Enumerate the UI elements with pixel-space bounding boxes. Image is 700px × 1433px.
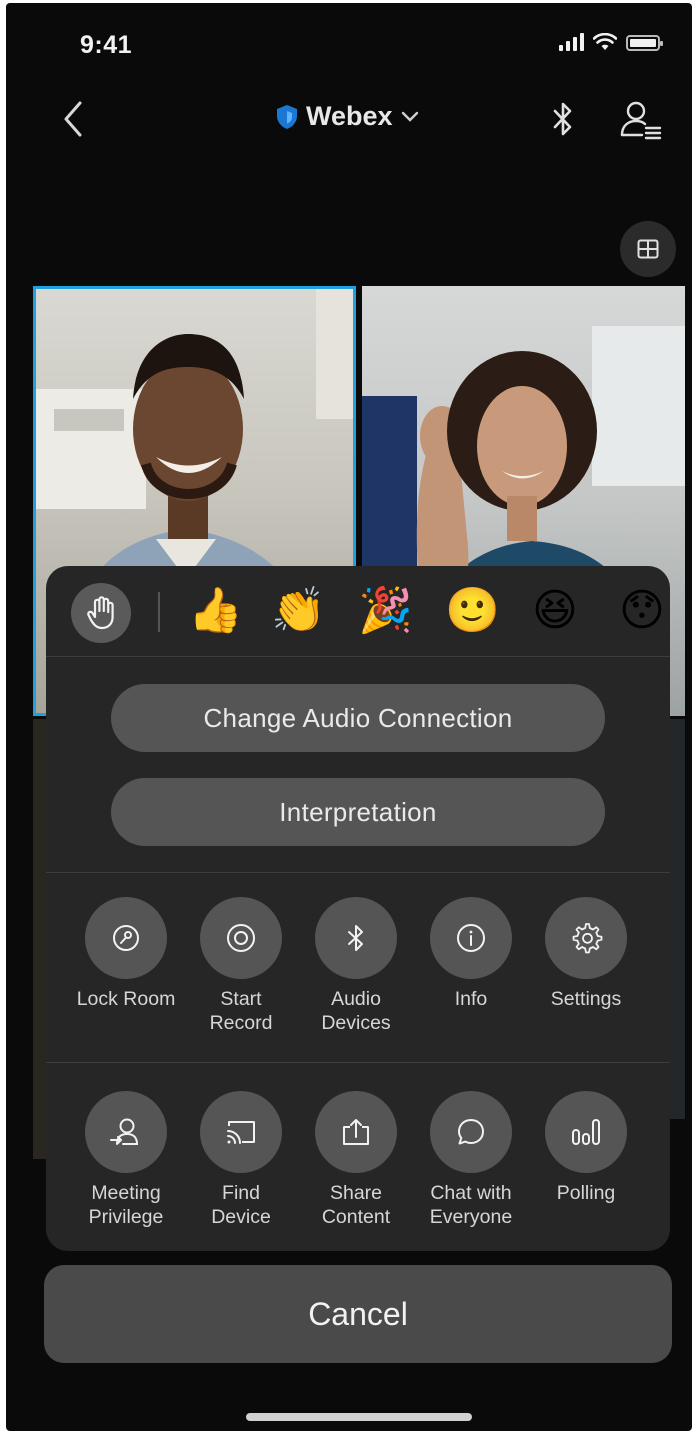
privilege-icon — [110, 1118, 139, 1145]
start-record-circle — [200, 897, 282, 979]
layout-toggle-button[interactable] — [620, 221, 676, 277]
record-icon — [227, 924, 255, 952]
audio-devices-label: Audio Devices — [321, 988, 391, 1034]
polling-label: Polling — [556, 1182, 616, 1204]
status-time: 9:41 — [80, 31, 133, 59]
audio-devices-circle — [315, 897, 397, 979]
meeting-privilege-button[interactable]: Meeting Privilege — [66, 1091, 186, 1229]
meeting-privilege-label: Meeting Privilege — [88, 1182, 164, 1228]
reactions-bar: 👍 👏 🎉 🙂 😆 😯 — [46, 566, 670, 656]
divider — [46, 1062, 670, 1063]
polling-icon — [572, 1119, 600, 1145]
info-circle — [430, 897, 512, 979]
reactions-divider — [158, 592, 160, 632]
find-device-label: Find Device — [211, 1182, 271, 1228]
bluetooth-icon[interactable] — [550, 99, 576, 139]
chevron-down-icon — [401, 111, 418, 122]
lock-room-button[interactable]: Lock Room — [66, 897, 186, 1011]
settings-button[interactable]: Settings — [526, 897, 646, 1011]
divider — [46, 656, 670, 657]
share-content-button[interactable]: Share Content — [296, 1091, 416, 1229]
start-record-button[interactable]: Start Record — [181, 897, 301, 1035]
smile-reaction[interactable]: 🙂 — [445, 585, 500, 637]
more-actions-sheet: 👍 👏 🎉 🙂 😆 😯 Change Audio Connection Inte… — [46, 566, 670, 1251]
meeting-title: Webex — [306, 101, 393, 131]
info-icon — [457, 924, 485, 952]
change-audio-connection-button[interactable]: Change Audio Connection — [111, 684, 605, 752]
bluetooth-icon — [348, 925, 363, 951]
home-indicator[interactable] — [246, 1413, 472, 1421]
polling-circle — [545, 1091, 627, 1173]
polling-button[interactable]: Polling — [526, 1091, 646, 1205]
divider — [46, 872, 670, 873]
lock-room-label: Lock Room — [76, 988, 176, 1010]
lock-icon — [113, 925, 139, 951]
cancel-button[interactable]: Cancel — [44, 1265, 672, 1363]
info-label: Info — [454, 988, 488, 1010]
info-button[interactable]: Info — [411, 897, 531, 1011]
webex-shield-icon — [277, 104, 297, 129]
wifi-icon — [593, 33, 617, 50]
status-icons — [559, 33, 663, 51]
cellular-signal-icon — [559, 33, 584, 51]
chat-button[interactable]: Chat with Everyone — [411, 1091, 531, 1229]
gear-icon — [572, 923, 603, 954]
grid-layout-icon — [637, 239, 659, 259]
thumbs-up-reaction[interactable]: 👍 — [188, 585, 243, 637]
find-device-circle — [200, 1091, 282, 1173]
audio-devices-button[interactable]: Audio Devices — [296, 897, 416, 1035]
find-device-button[interactable]: Find Device — [181, 1091, 301, 1229]
settings-label: Settings — [550, 988, 622, 1010]
surprised-reaction[interactable]: 😯 — [619, 585, 665, 637]
raise-hand-button[interactable] — [71, 583, 131, 643]
meeting-privilege-circle — [85, 1091, 167, 1173]
chat-icon — [458, 1119, 484, 1145]
share-content-circle — [315, 1091, 397, 1173]
share-content-label: Share Content — [321, 1182, 391, 1228]
back-chevron-icon[interactable] — [58, 99, 88, 139]
battery-icon — [626, 35, 663, 51]
meeting-title-dropdown[interactable]: Webex — [276, 101, 419, 132]
celebrate-reaction[interactable]: 🎉 — [358, 585, 413, 637]
share-icon — [343, 1119, 369, 1145]
settings-circle — [545, 897, 627, 979]
participants-icon[interactable] — [618, 97, 662, 141]
laugh-reaction[interactable]: 😆 — [532, 585, 578, 637]
raise-hand-icon — [87, 596, 114, 630]
phone-screen: 9:41 Webex 👍 👏 🎉 🙂 😆 😯 Change Audio Conn… — [6, 3, 692, 1431]
lock-room-circle — [85, 897, 167, 979]
chat-circle — [430, 1091, 512, 1173]
chat-label: Chat with Everyone — [429, 1182, 513, 1228]
clap-reaction[interactable]: 👏 — [271, 585, 326, 637]
interpretation-button[interactable]: Interpretation — [111, 778, 605, 846]
cast-icon — [227, 1121, 255, 1144]
start-record-label: Start Record — [209, 988, 273, 1034]
